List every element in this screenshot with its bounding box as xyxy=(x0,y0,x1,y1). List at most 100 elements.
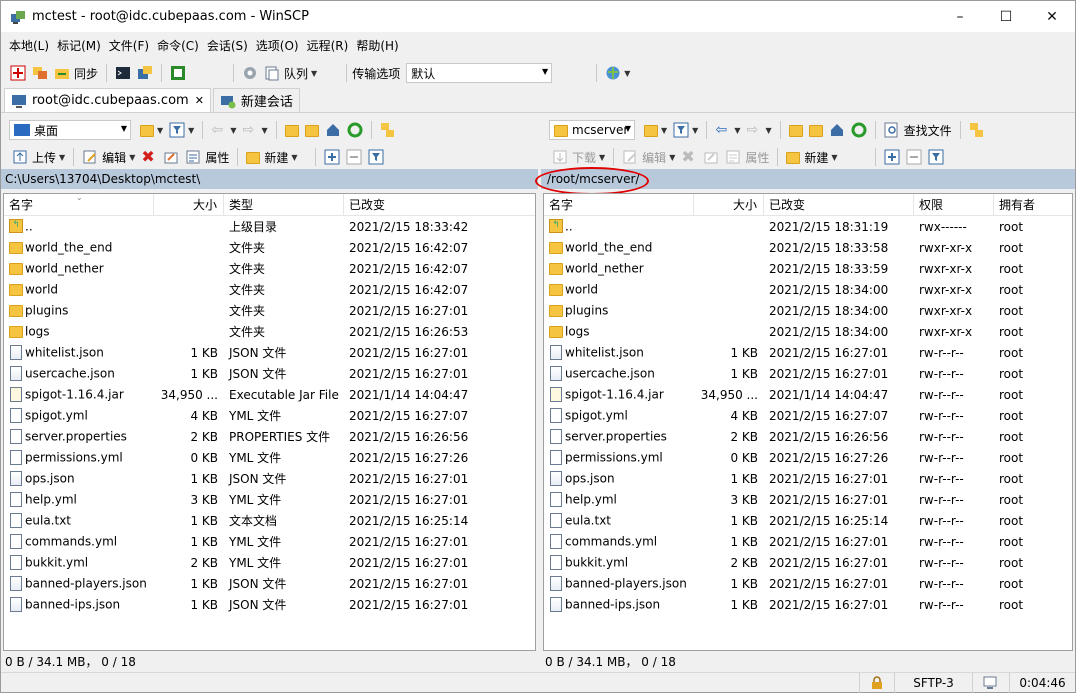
column-size[interactable]: 大小 xyxy=(694,194,764,215)
local-back-button[interactable]: ⇦ ▼ xyxy=(208,119,239,141)
menu-local[interactable]: 本地(L) xyxy=(5,37,53,54)
column-changed[interactable]: 已改变 xyxy=(764,194,914,215)
remote-root-dir-button[interactable] xyxy=(806,119,826,141)
remote-rename-button[interactable] xyxy=(700,146,722,168)
menu-options[interactable]: 选项(O) xyxy=(252,37,303,54)
local-open-folder-button[interactable]: ▼ xyxy=(137,119,166,141)
terminal-button[interactable] xyxy=(112,62,134,84)
table-row[interactable]: help.yml 3 KB 2021/2/15 16:27:01 rw-r--r-- r… xyxy=(544,489,1072,510)
table-row[interactable]: server.properties 2 KB PROPERTIES 文件 2021/2… xyxy=(4,426,535,447)
column-type[interactable]: 类型 xyxy=(224,194,344,215)
local-edit-button[interactable]: 编辑 ▼ xyxy=(79,146,138,168)
minimize-button[interactable]: – xyxy=(937,1,983,32)
remote-unselect-button[interactable] xyxy=(903,146,925,168)
queue-button[interactable]: 队列 ▼ xyxy=(261,62,320,84)
table-row[interactable]: plugins 文件夹 2021/2/15 16:27:01 xyxy=(4,300,535,321)
table-row[interactable]: eula.txt 1 KB 2021/2/15 16:25:14 rw-r--r-- r… xyxy=(544,510,1072,531)
menu-help[interactable]: 帮助(H) xyxy=(352,37,402,54)
local-home-button[interactable] xyxy=(322,119,344,141)
column-changed[interactable]: 已改变 xyxy=(344,194,534,215)
column-size[interactable]: 大小 xyxy=(154,194,224,215)
table-row[interactable]: world_the_end 文件夹 2021/2/15 16:42:07 xyxy=(4,237,535,258)
column-owner[interactable]: 拥有者 xyxy=(994,194,1070,215)
table-row[interactable]: usercache.json 1 KB 2021/2/15 16:27:01 rw-r… xyxy=(544,363,1072,384)
menu-remote[interactable]: 远程(R) xyxy=(303,37,353,54)
table-row[interactable]: logs 2021/2/15 18:34:00 rwxr-xr-x root xyxy=(544,321,1072,342)
remote-location-select[interactable]: mcserver ▼ xyxy=(549,120,635,140)
sync-button[interactable]: 同步 xyxy=(51,62,101,84)
table-row[interactable]: bukkit.yml 2 KB YML 文件 2021/2/15 16:27:01 xyxy=(4,552,535,573)
table-row[interactable]: logs 文件夹 2021/2/15 16:26:53 xyxy=(4,321,535,342)
table-row[interactable]: commands.yml 1 KB 2021/2/15 16:27:01 rw-r--… xyxy=(544,531,1072,552)
menu-mark[interactable]: 标记(M) xyxy=(53,37,105,54)
local-new-button[interactable]: 新建 ▼ xyxy=(243,146,300,168)
table-row[interactable]: eula.txt 1 KB 文本文档 2021/2/15 16:25:14 xyxy=(4,510,535,531)
table-row[interactable]: server.properties 2 KB 2021/2/15 16:26:56 r… xyxy=(544,426,1072,447)
table-row[interactable]: world 2021/2/15 18:34:00 rwxr-xr-x root xyxy=(544,279,1072,300)
column-rights[interactable]: 权限 xyxy=(914,194,994,215)
local-location-select[interactable]: 桌面 ▼ xyxy=(9,120,131,140)
local-properties-button[interactable]: 属性 xyxy=(182,146,232,168)
remote-filter-select-button[interactable] xyxy=(925,146,947,168)
remote-open-folder-button[interactable]: ▼ xyxy=(641,119,670,141)
table-row[interactable]: banned-ips.json 1 KB 2021/2/15 16:27:01 rw-… xyxy=(544,594,1072,615)
remote-filter-button[interactable]: ▼ xyxy=(670,119,701,141)
table-row[interactable]: whitelist.json 1 KB JSON 文件 2021/2/15 16:27… xyxy=(4,342,535,363)
table-row[interactable]: commands.yml 1 KB YML 文件 2021/2/15 16:27:01 xyxy=(4,531,535,552)
local-file-list[interactable]: 名字 大小 类型 已改变 ⌄ ↰.. 上级目录 2021/2/15 18:33:42… xyxy=(3,193,536,651)
remote-bookmarks-button[interactable] xyxy=(966,119,988,141)
preferences-button[interactable] xyxy=(239,62,261,84)
close-button[interactable]: ✕ xyxy=(1029,1,1075,32)
table-row[interactable]: plugins 2021/2/15 18:34:00 rwxr-xr-x root xyxy=(544,300,1072,321)
local-delete-button[interactable]: ✖ xyxy=(138,146,160,168)
putty-button[interactable] xyxy=(134,62,156,84)
table-row[interactable]: spigot.yml 4 KB 2021/2/15 16:27:07 rw-r--r-… xyxy=(544,405,1072,426)
menu-file[interactable]: 文件(F) xyxy=(105,37,153,54)
remote-properties-button[interactable]: 属性 xyxy=(722,146,772,168)
tab-session[interactable]: root@idc.cubepaas.com ✕ xyxy=(4,88,211,112)
table-row[interactable]: help.yml 3 KB YML 文件 2021/2/15 16:27:01 xyxy=(4,489,535,510)
table-row[interactable]: spigot.yml 4 KB YML 文件 2021/2/15 16:27:07 xyxy=(4,405,535,426)
table-row[interactable]: spigot-1.16.4.jar 34,950 ... 2021/1/14 14:… xyxy=(544,384,1072,405)
local-bookmarks-button[interactable] xyxy=(377,119,399,141)
table-row[interactable]: ops.json 1 KB JSON 文件 2021/2/15 16:27:01 xyxy=(4,468,535,489)
local-root-dir-button[interactable] xyxy=(302,119,322,141)
compare-button[interactable] xyxy=(29,62,51,84)
local-path-bar[interactable]: C:\Users\13704\Desktop\mctest\ xyxy=(1,169,538,189)
tab-new-session[interactable]: 新建会话 xyxy=(212,88,300,112)
menu-commands[interactable]: 命令(C) xyxy=(153,37,203,54)
table-row[interactable]: spigot-1.16.4.jar 34,950 ... Executable Ja… xyxy=(4,384,535,405)
menu-session[interactable]: 会话(S) xyxy=(203,37,252,54)
remote-file-list[interactable]: 名字 大小 已改变 权限 拥有者 ↰.. 2021/2/15 18:31:19 rw… xyxy=(543,193,1073,651)
remote-delete-button[interactable]: ✖ xyxy=(678,146,700,168)
local-unselect-button[interactable] xyxy=(343,146,365,168)
transfer-preset-select[interactable]: 默认 ▼ xyxy=(406,63,553,83)
table-row[interactable]: ops.json 1 KB 2021/2/15 16:27:01 rw-r--r-- r… xyxy=(544,468,1072,489)
upload-button[interactable]: 上传 ▼ xyxy=(9,146,68,168)
remote-new-button[interactable]: 新建 ▼ xyxy=(783,146,840,168)
remote-forward-button[interactable]: ⇨ ▼ xyxy=(743,119,774,141)
local-parent-dir-button[interactable] xyxy=(282,119,302,141)
remote-back-button[interactable]: ⇦ ▼ xyxy=(712,119,743,141)
local-filter-button[interactable]: ▼ xyxy=(166,119,197,141)
remote-edit-button[interactable]: 编辑 ▼ xyxy=(619,146,678,168)
local-select-button[interactable] xyxy=(321,146,343,168)
table-row[interactable]: permissions.yml 0 KB YML 文件 2021/2/15 16:27… xyxy=(4,447,535,468)
open-session-button[interactable] xyxy=(167,62,189,84)
close-tab-icon[interactable]: ✕ xyxy=(195,94,204,107)
maximize-button[interactable]: ☐ xyxy=(983,1,1029,32)
column-name[interactable]: 名字 xyxy=(544,194,694,215)
local-rename-button[interactable] xyxy=(160,146,182,168)
local-filter-select-button[interactable] xyxy=(365,146,387,168)
remote-refresh-button[interactable] xyxy=(848,119,870,141)
table-row[interactable]: ↰.. 2021/2/15 18:31:19 rwx------ root xyxy=(544,216,1072,237)
find-files-button[interactable]: 查找文件 xyxy=(881,119,955,141)
table-row[interactable]: banned-players.json 1 KB JSON 文件 2021/2/15 … xyxy=(4,573,535,594)
local-forward-button[interactable]: ⇨ ▼ xyxy=(239,119,270,141)
table-row[interactable]: world_nether 文件夹 2021/2/15 16:42:07 xyxy=(4,258,535,279)
table-row[interactable]: world_the_end 2021/2/15 18:33:58 rwxr-xr-x… xyxy=(544,237,1072,258)
table-row[interactable]: world 文件夹 2021/2/15 16:42:07 xyxy=(4,279,535,300)
add-button[interactable] xyxy=(7,62,29,84)
download-button[interactable]: 下载 ▼ xyxy=(549,146,608,168)
local-refresh-button[interactable] xyxy=(344,119,366,141)
